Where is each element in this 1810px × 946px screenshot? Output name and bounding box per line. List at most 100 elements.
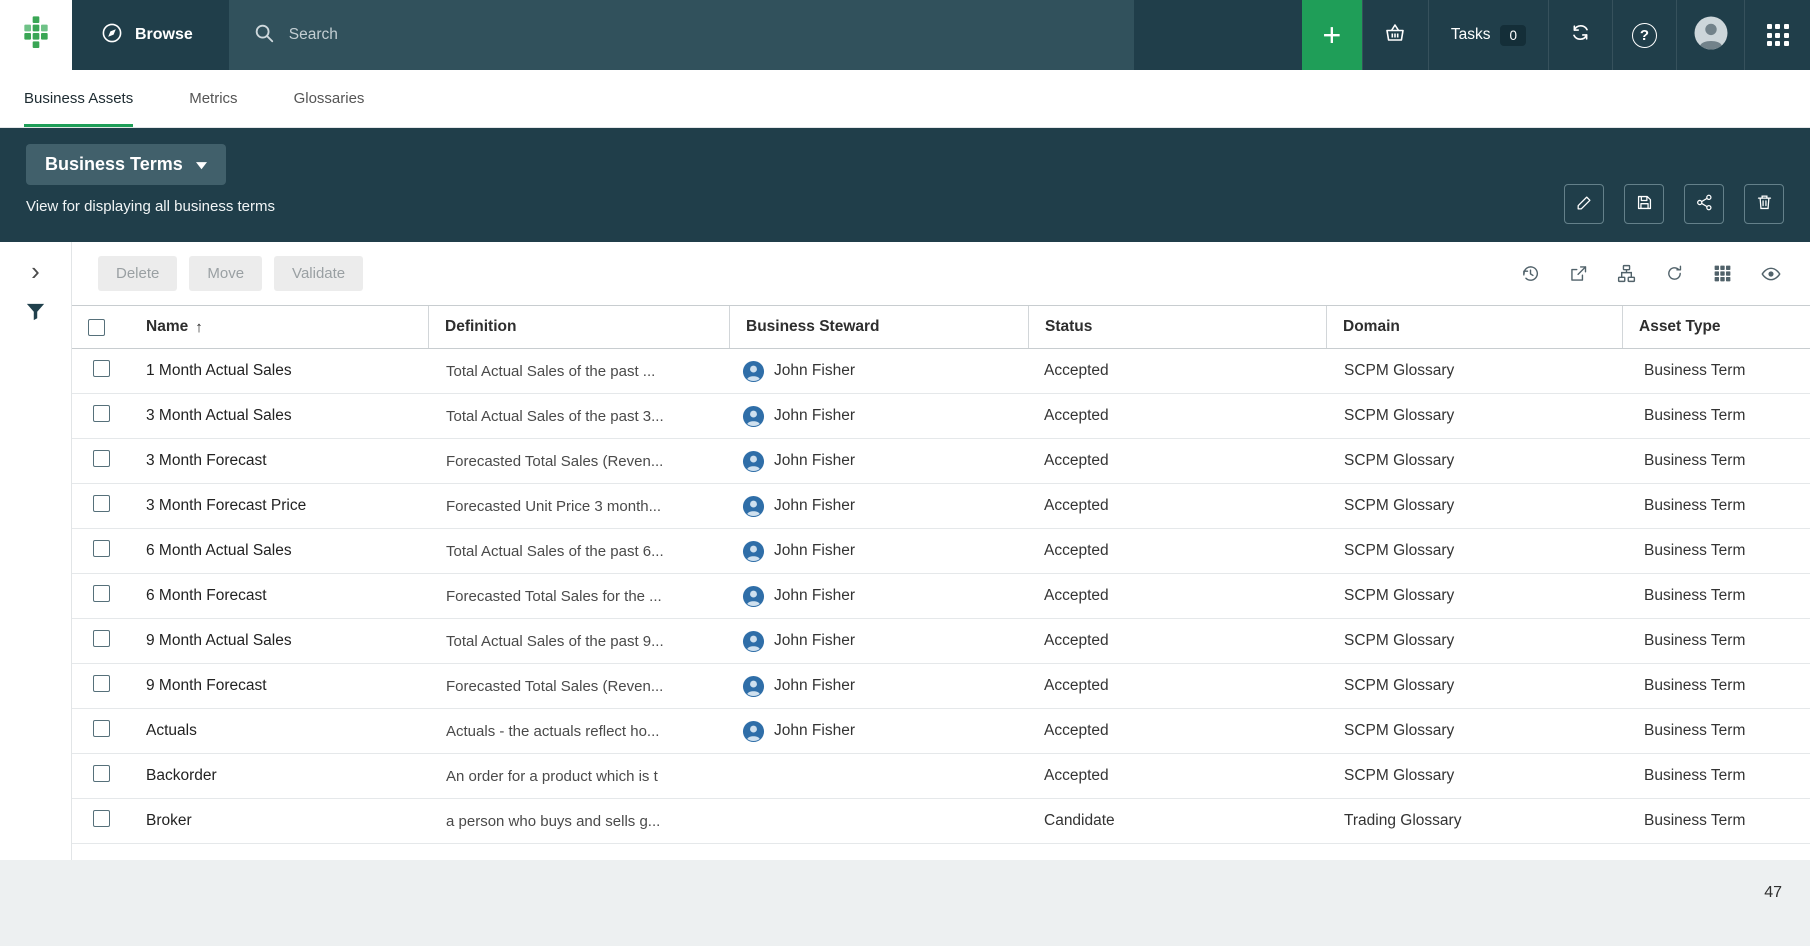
column-header-name[interactable]: Name ↑ bbox=[130, 306, 428, 348]
column-header-definition[interactable]: Definition bbox=[428, 306, 729, 348]
row-checkbox[interactable] bbox=[93, 765, 110, 782]
table-row[interactable]: 6 Month Forecast Forecasted Total Sales … bbox=[72, 574, 1810, 619]
app-header: Browse + Tasks 0 bbox=[0, 0, 1810, 70]
refresh-icon[interactable] bbox=[1664, 263, 1685, 284]
asset-name-link[interactable]: 3 Month Actual Sales bbox=[130, 407, 428, 425]
column-header-status[interactable]: Status bbox=[1028, 306, 1326, 348]
tab-metrics[interactable]: Metrics bbox=[189, 70, 237, 127]
asset-name-link[interactable]: 3 Month Forecast bbox=[130, 452, 428, 470]
row-checkbox[interactable] bbox=[93, 720, 110, 737]
asset-status: Candidate bbox=[1028, 812, 1326, 830]
asset-name-link[interactable]: 6 Month Forecast bbox=[130, 587, 428, 605]
asset-name-link[interactable]: 1 Month Actual Sales bbox=[130, 362, 428, 380]
asset-definition: Forecasted Total Sales for the ... bbox=[428, 588, 729, 605]
row-checkbox[interactable] bbox=[93, 810, 110, 827]
table-row[interactable]: 9 Month Actual Sales Total Actual Sales … bbox=[72, 619, 1810, 664]
asset-name-link[interactable]: Backorder bbox=[130, 767, 428, 785]
steward-avatar bbox=[742, 540, 765, 563]
row-checkbox[interactable] bbox=[93, 675, 110, 692]
columns-grid-icon[interactable] bbox=[1712, 263, 1733, 284]
table-row[interactable]: 3 Month Actual Sales Total Actual Sales … bbox=[72, 394, 1810, 439]
asset-type: Business Term bbox=[1622, 767, 1810, 785]
app-logo[interactable] bbox=[0, 0, 72, 70]
row-checkbox-cell bbox=[72, 630, 130, 652]
table-row[interactable]: 6 Month Actual Sales Total Actual Sales … bbox=[72, 529, 1810, 574]
table-row[interactable]: Actuals Actuals - the actuals reflect ho… bbox=[72, 709, 1810, 754]
hierarchy-icon[interactable] bbox=[1616, 263, 1637, 284]
asset-domain: Trading Glossary bbox=[1326, 812, 1622, 830]
compass-icon bbox=[100, 21, 124, 50]
preview-eye-icon[interactable] bbox=[1760, 263, 1782, 285]
delete-button[interactable]: Delete bbox=[98, 256, 177, 291]
asset-type: Business Term bbox=[1622, 452, 1810, 470]
add-asset-button[interactable]: + bbox=[1302, 0, 1362, 70]
sort-ascending-icon: ↑ bbox=[195, 319, 203, 336]
activities-button[interactable] bbox=[1548, 0, 1612, 70]
row-checkbox[interactable] bbox=[93, 630, 110, 647]
steward-name: John Fisher bbox=[774, 542, 855, 560]
row-checkbox-cell bbox=[72, 720, 130, 742]
steward-avatar bbox=[742, 630, 765, 653]
asset-definition: Forecasted Total Sales (Reven... bbox=[428, 453, 729, 470]
footer-area: 47 bbox=[0, 860, 1810, 946]
delete-view-button[interactable] bbox=[1744, 184, 1784, 224]
asset-name-link[interactable]: Actuals bbox=[130, 722, 428, 740]
table-row[interactable]: 3 Month Forecast Forecasted Total Sales … bbox=[72, 439, 1810, 484]
business-steward-cell: John Fisher bbox=[729, 360, 1028, 383]
row-checkbox[interactable] bbox=[93, 495, 110, 512]
select-all-checkbox[interactable] bbox=[88, 319, 105, 336]
basket-icon bbox=[1383, 21, 1407, 50]
asset-domain: SCPM Glossary bbox=[1326, 542, 1622, 560]
edit-view-button[interactable] bbox=[1564, 184, 1604, 224]
tab-glossaries[interactable]: Glossaries bbox=[294, 70, 365, 127]
row-checkbox[interactable] bbox=[93, 450, 110, 467]
browse-button[interactable]: Browse bbox=[72, 0, 229, 70]
table-row[interactable]: 9 Month Forecast Forecasted Total Sales … bbox=[72, 664, 1810, 709]
tab-business-assets[interactable]: Business Assets bbox=[24, 70, 133, 127]
save-icon bbox=[1635, 193, 1654, 215]
asset-name-link[interactable]: 3 Month Forecast Price bbox=[130, 497, 428, 515]
column-header-business-steward[interactable]: Business Steward bbox=[729, 306, 1028, 348]
business-steward-cell: John Fisher bbox=[729, 675, 1028, 698]
column-header-domain[interactable]: Domain bbox=[1326, 306, 1622, 348]
asset-name-link[interactable]: 6 Month Actual Sales bbox=[130, 542, 428, 560]
asset-definition: Total Actual Sales of the past 3... bbox=[428, 408, 729, 425]
asset-type: Business Term bbox=[1622, 722, 1810, 740]
asset-name-link[interactable]: Broker bbox=[130, 812, 428, 830]
asset-definition: Forecasted Unit Price 3 month... bbox=[428, 498, 729, 515]
grid-menu-icon bbox=[1767, 24, 1789, 46]
row-checkbox[interactable] bbox=[93, 585, 110, 602]
user-menu-button[interactable] bbox=[1676, 0, 1744, 70]
steward-name: John Fisher bbox=[774, 497, 855, 515]
view-selector-button[interactable]: Business Terms bbox=[26, 144, 226, 185]
share-view-button[interactable] bbox=[1684, 184, 1724, 224]
filter-icon[interactable] bbox=[24, 300, 47, 328]
save-view-button[interactable] bbox=[1624, 184, 1664, 224]
move-button[interactable]: Move bbox=[189, 256, 262, 291]
row-checkbox[interactable] bbox=[93, 540, 110, 557]
table-row[interactable]: Backorder An order for a product which i… bbox=[72, 754, 1810, 799]
asset-domain: SCPM Glossary bbox=[1326, 722, 1622, 740]
search-input[interactable] bbox=[289, 26, 1110, 44]
table-row[interactable]: 1 Month Actual Sales Total Actual Sales … bbox=[72, 349, 1810, 394]
business-steward-cell: John Fisher bbox=[729, 495, 1028, 518]
export-icon[interactable] bbox=[1568, 263, 1589, 284]
row-checkbox[interactable] bbox=[93, 360, 110, 377]
help-button[interactable]: ? bbox=[1612, 0, 1676, 70]
asset-name-link[interactable]: 9 Month Actual Sales bbox=[130, 632, 428, 650]
row-checkbox[interactable] bbox=[93, 405, 110, 422]
validate-button[interactable]: Validate bbox=[274, 256, 363, 291]
view-actions bbox=[1564, 166, 1784, 242]
view-header: Business Terms View for displaying all b… bbox=[0, 128, 1810, 242]
column-header-asset-type[interactable]: Asset Type bbox=[1622, 306, 1810, 348]
expand-sidebar-button[interactable]: › bbox=[31, 258, 40, 284]
asset-name-link[interactable]: 9 Month Forecast bbox=[130, 677, 428, 695]
table-row[interactable]: 3 Month Forecast Price Forecasted Unit P… bbox=[72, 484, 1810, 529]
table-row[interactable]: Broker a person who buys and sells g... bbox=[72, 799, 1810, 844]
data-basket-button[interactable] bbox=[1362, 0, 1428, 70]
asset-domain: SCPM Glossary bbox=[1326, 362, 1622, 380]
asset-status: Accepted bbox=[1028, 722, 1326, 740]
tasks-button[interactable]: Tasks 0 bbox=[1428, 0, 1548, 70]
history-icon[interactable] bbox=[1520, 263, 1541, 284]
app-switcher-button[interactable] bbox=[1744, 0, 1810, 70]
